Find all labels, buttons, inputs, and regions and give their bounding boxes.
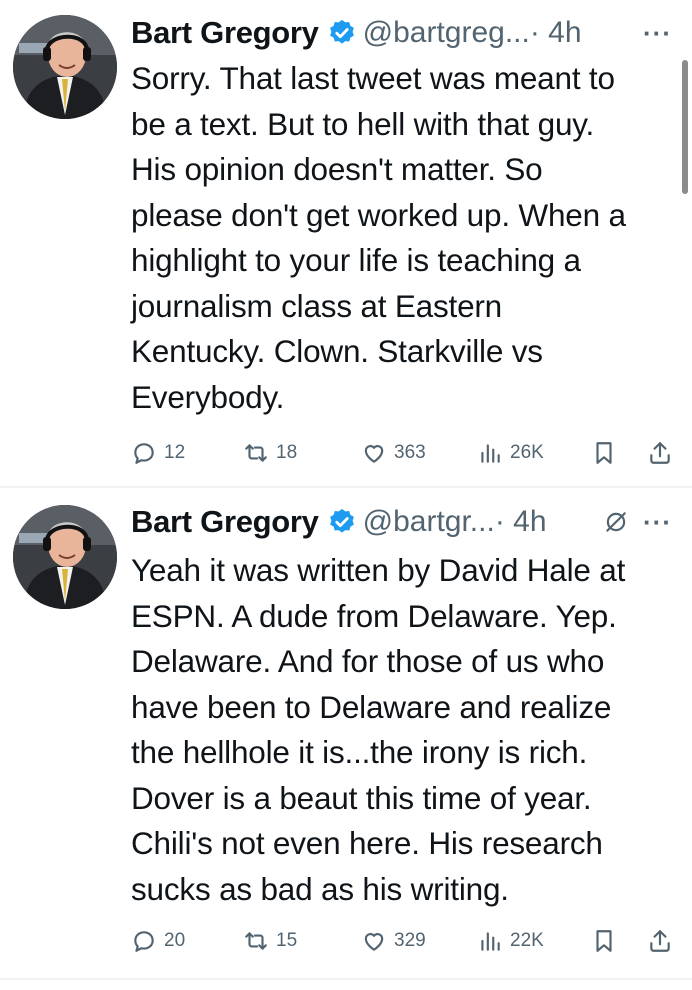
repost-button[interactable]: 15 [243, 924, 297, 958]
tweet-divider [0, 978, 692, 980]
reply-count: 20 [164, 930, 186, 951]
share-icon [650, 930, 670, 952]
grok-icon[interactable] [603, 509, 629, 535]
repost-button[interactable]: 18 [243, 436, 297, 470]
avatar[interactable] [13, 15, 117, 119]
more-icon[interactable]: ··· [643, 18, 672, 49]
reply-icon [134, 443, 154, 464]
tweet[interactable]: Bart Gregory @bartgreg... · 4h ··· Sorry… [0, 0, 692, 486]
author-name[interactable]: Bart Gregory [131, 15, 319, 51]
reply-button[interactable]: 12 [131, 436, 185, 470]
bookmark-icon [596, 930, 612, 952]
like-icon [364, 933, 384, 951]
like-button[interactable]: 363 [361, 436, 426, 470]
repost-count: 18 [276, 442, 298, 463]
tweet[interactable]: Bart Gregory @bartgr... · 4h ··· Yeah it… [0, 488, 692, 978]
author-handle[interactable]: @bartgr... [363, 505, 495, 539]
repost-icon [245, 932, 267, 950]
tweet-header: Bart Gregory @bartgr... · 4h ··· [131, 502, 672, 542]
more-icon[interactable]: ··· [643, 507, 672, 538]
views-icon [481, 444, 500, 463]
like-count: 363 [394, 442, 426, 463]
views-count: 26K [510, 442, 544, 463]
author-name[interactable]: Bart Gregory [131, 504, 319, 540]
avatar[interactable] [13, 505, 117, 609]
timestamp[interactable]: · 4h [495, 505, 547, 539]
action-bar: 12 18 363 26K [131, 436, 676, 470]
tweet-text: Yeah it was written by David Hale at ESP… [131, 552, 626, 907]
like-count: 329 [394, 930, 426, 951]
tweet-header: Bart Gregory @bartgreg... · 4h ··· [131, 13, 672, 53]
like-icon [364, 445, 384, 463]
views-count: 22K [510, 930, 544, 951]
share-icon [650, 442, 670, 464]
like-button[interactable]: 329 [361, 924, 426, 958]
repost-count: 15 [276, 930, 298, 951]
bookmark-button[interactable] [591, 924, 624, 958]
views-button[interactable]: 26K [477, 436, 544, 470]
verified-badge-icon [329, 508, 354, 533]
reply-icon [134, 931, 154, 952]
share-button[interactable] [647, 436, 680, 470]
bookmark-icon [596, 442, 612, 464]
reply-button[interactable]: 20 [131, 924, 185, 958]
tweet-text: Sorry. That last tweet was meant to be a… [131, 60, 626, 415]
timestamp[interactable]: · 4h [530, 16, 582, 50]
share-button[interactable] [647, 924, 680, 958]
verified-badge-icon [329, 19, 354, 44]
scrollbar[interactable] [682, 60, 688, 194]
views-icon [481, 932, 500, 951]
reply-count: 12 [164, 442, 186, 463]
author-handle[interactable]: @bartgreg... [363, 16, 530, 50]
bookmark-button[interactable] [591, 436, 624, 470]
repost-icon [245, 444, 267, 462]
views-button[interactable]: 22K [477, 924, 544, 958]
action-bar: 20 15 329 22K [131, 924, 676, 958]
